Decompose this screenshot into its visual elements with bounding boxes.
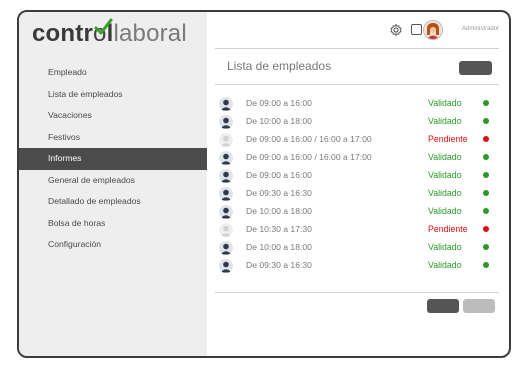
schedule-text: De 09:00 a 16:00 bbox=[246, 98, 312, 108]
list-item[interactable]: De 09:30 a 16:30 Validado bbox=[207, 185, 509, 203]
status-label: Pendiente bbox=[428, 134, 468, 144]
schedule-text: De 09:30 a 16:30 bbox=[246, 260, 312, 270]
logo: contro llaboral bbox=[32, 18, 187, 48]
header-action-button[interactable] bbox=[459, 61, 492, 75]
employee-avatar-icon bbox=[219, 169, 233, 183]
status-dot-icon bbox=[483, 100, 489, 106]
sidebar-item-informes[interactable]: Informes bbox=[19, 148, 207, 170]
status-dot-icon bbox=[483, 172, 489, 178]
status-dot-icon bbox=[483, 208, 489, 214]
logo-text-laboral: laboral bbox=[113, 20, 187, 47]
employee-avatar-icon bbox=[219, 187, 233, 201]
sidebar-menu: Empleado Lista de empleados Vacaciones Fest… bbox=[19, 62, 207, 256]
employee-avatar-icon bbox=[219, 133, 233, 147]
status-label: Pendiente bbox=[428, 224, 468, 234]
logo-check-o: o bbox=[93, 18, 113, 48]
list-item[interactable]: De 10:00 a 18:00 Validado bbox=[207, 203, 509, 221]
sidebar-item-empleado[interactable]: Empleado bbox=[19, 62, 207, 84]
status-label: Validado bbox=[428, 260, 462, 270]
schedule-text: De 09:00 a 16:00 / 16:00 a 17:00 bbox=[246, 134, 372, 144]
status-label: Validado bbox=[428, 206, 462, 216]
main-panel: Administrador Lista de empleados De 09:0… bbox=[207, 12, 509, 356]
employee-avatar-icon bbox=[219, 151, 233, 165]
secondary-button[interactable] bbox=[463, 299, 495, 313]
sidebar-item-festivos[interactable]: Festivos bbox=[19, 127, 207, 149]
status-dot-icon bbox=[483, 226, 489, 232]
logo-text-contr: contr bbox=[32, 20, 93, 47]
employee-avatar-icon bbox=[219, 115, 233, 129]
list-item[interactable]: De 09:30 a 16:30 Validado bbox=[207, 257, 509, 275]
schedule-text: De 10:00 a 18:00 bbox=[246, 206, 312, 216]
list-item[interactable]: De 10:30 a 17:30 Pendiente bbox=[207, 221, 509, 239]
status-dot-icon bbox=[483, 262, 489, 268]
divider bbox=[215, 84, 499, 85]
status-label: Validado bbox=[428, 188, 462, 198]
list-item[interactable]: De 09:00 a 16:00 Validado bbox=[207, 95, 509, 113]
sidebar-item-general-de-empleados[interactable]: General de empleados bbox=[19, 170, 207, 192]
list-item[interactable]: De 09:00 a 16:00 / 16:00 a 17:00 Pendient… bbox=[207, 131, 509, 149]
schedule-text: De 09:30 a 16:30 bbox=[246, 188, 312, 198]
sidebar-item-lista-de-empleados[interactable]: Lista de empleados bbox=[19, 84, 207, 106]
employee-avatar-icon bbox=[219, 97, 233, 111]
status-dot-icon bbox=[483, 154, 489, 160]
app-window: contro llaboral Empleado Lista de empleado… bbox=[17, 10, 511, 358]
sidebar: contro llaboral Empleado Lista de empleado… bbox=[19, 12, 207, 356]
divider bbox=[215, 292, 499, 293]
top-bar: Administrador bbox=[215, 12, 499, 49]
schedule-text: De 10:00 a 18:00 bbox=[246, 116, 312, 126]
employee-avatar-icon bbox=[219, 241, 233, 255]
sidebar-item-bolsa-de-horas[interactable]: Bolsa de horas bbox=[19, 213, 207, 235]
status-label: Validado bbox=[428, 98, 462, 108]
status-label: Validado bbox=[428, 116, 462, 126]
status-label: Validado bbox=[428, 170, 462, 180]
list-item[interactable]: De 09:00 a 16:00 Validado bbox=[207, 167, 509, 185]
schedule-text: De 10:30 a 17:30 bbox=[246, 224, 312, 234]
status-dot-icon bbox=[483, 136, 489, 142]
employee-list: De 09:00 a 16:00 Validado De 10:00 a 18:00… bbox=[207, 95, 509, 275]
user-name: Administrador bbox=[461, 26, 499, 32]
primary-button[interactable] bbox=[427, 299, 459, 313]
window-icon[interactable] bbox=[411, 24, 422, 35]
check-icon bbox=[94, 18, 113, 35]
employee-avatar-icon bbox=[219, 259, 233, 273]
schedule-text: De 10:00 a 18:00 bbox=[246, 242, 312, 252]
status-dot-icon bbox=[483, 118, 489, 124]
user-avatar[interactable] bbox=[423, 20, 443, 40]
status-dot-icon bbox=[483, 244, 489, 250]
list-item[interactable]: De 10:00 a 18:00 Validado bbox=[207, 113, 509, 131]
status-label: Validado bbox=[428, 152, 462, 162]
schedule-text: De 09:00 a 16:00 / 16:00 a 17:00 bbox=[246, 152, 372, 162]
list-item[interactable]: De 09:00 a 16:00 / 16:00 a 17:00 Validado bbox=[207, 149, 509, 167]
status-label: Validado bbox=[428, 242, 462, 252]
user-avatar-icon bbox=[424, 21, 442, 39]
page-title: Lista de empleados bbox=[227, 59, 332, 73]
list-item[interactable]: De 10:00 a 18:00 Validado bbox=[207, 239, 509, 257]
sidebar-item-configuración[interactable]: Configuración bbox=[19, 234, 207, 256]
sidebar-item-detallado-de-empleados[interactable]: Detallado de empleados bbox=[19, 191, 207, 213]
sidebar-item-vacaciones[interactable]: Vacaciones bbox=[19, 105, 207, 127]
status-dot-icon bbox=[483, 190, 489, 196]
employee-avatar-icon bbox=[219, 205, 233, 219]
gear-icon[interactable] bbox=[389, 23, 403, 37]
employee-avatar-icon bbox=[219, 223, 233, 237]
schedule-text: De 09:00 a 16:00 bbox=[246, 170, 312, 180]
